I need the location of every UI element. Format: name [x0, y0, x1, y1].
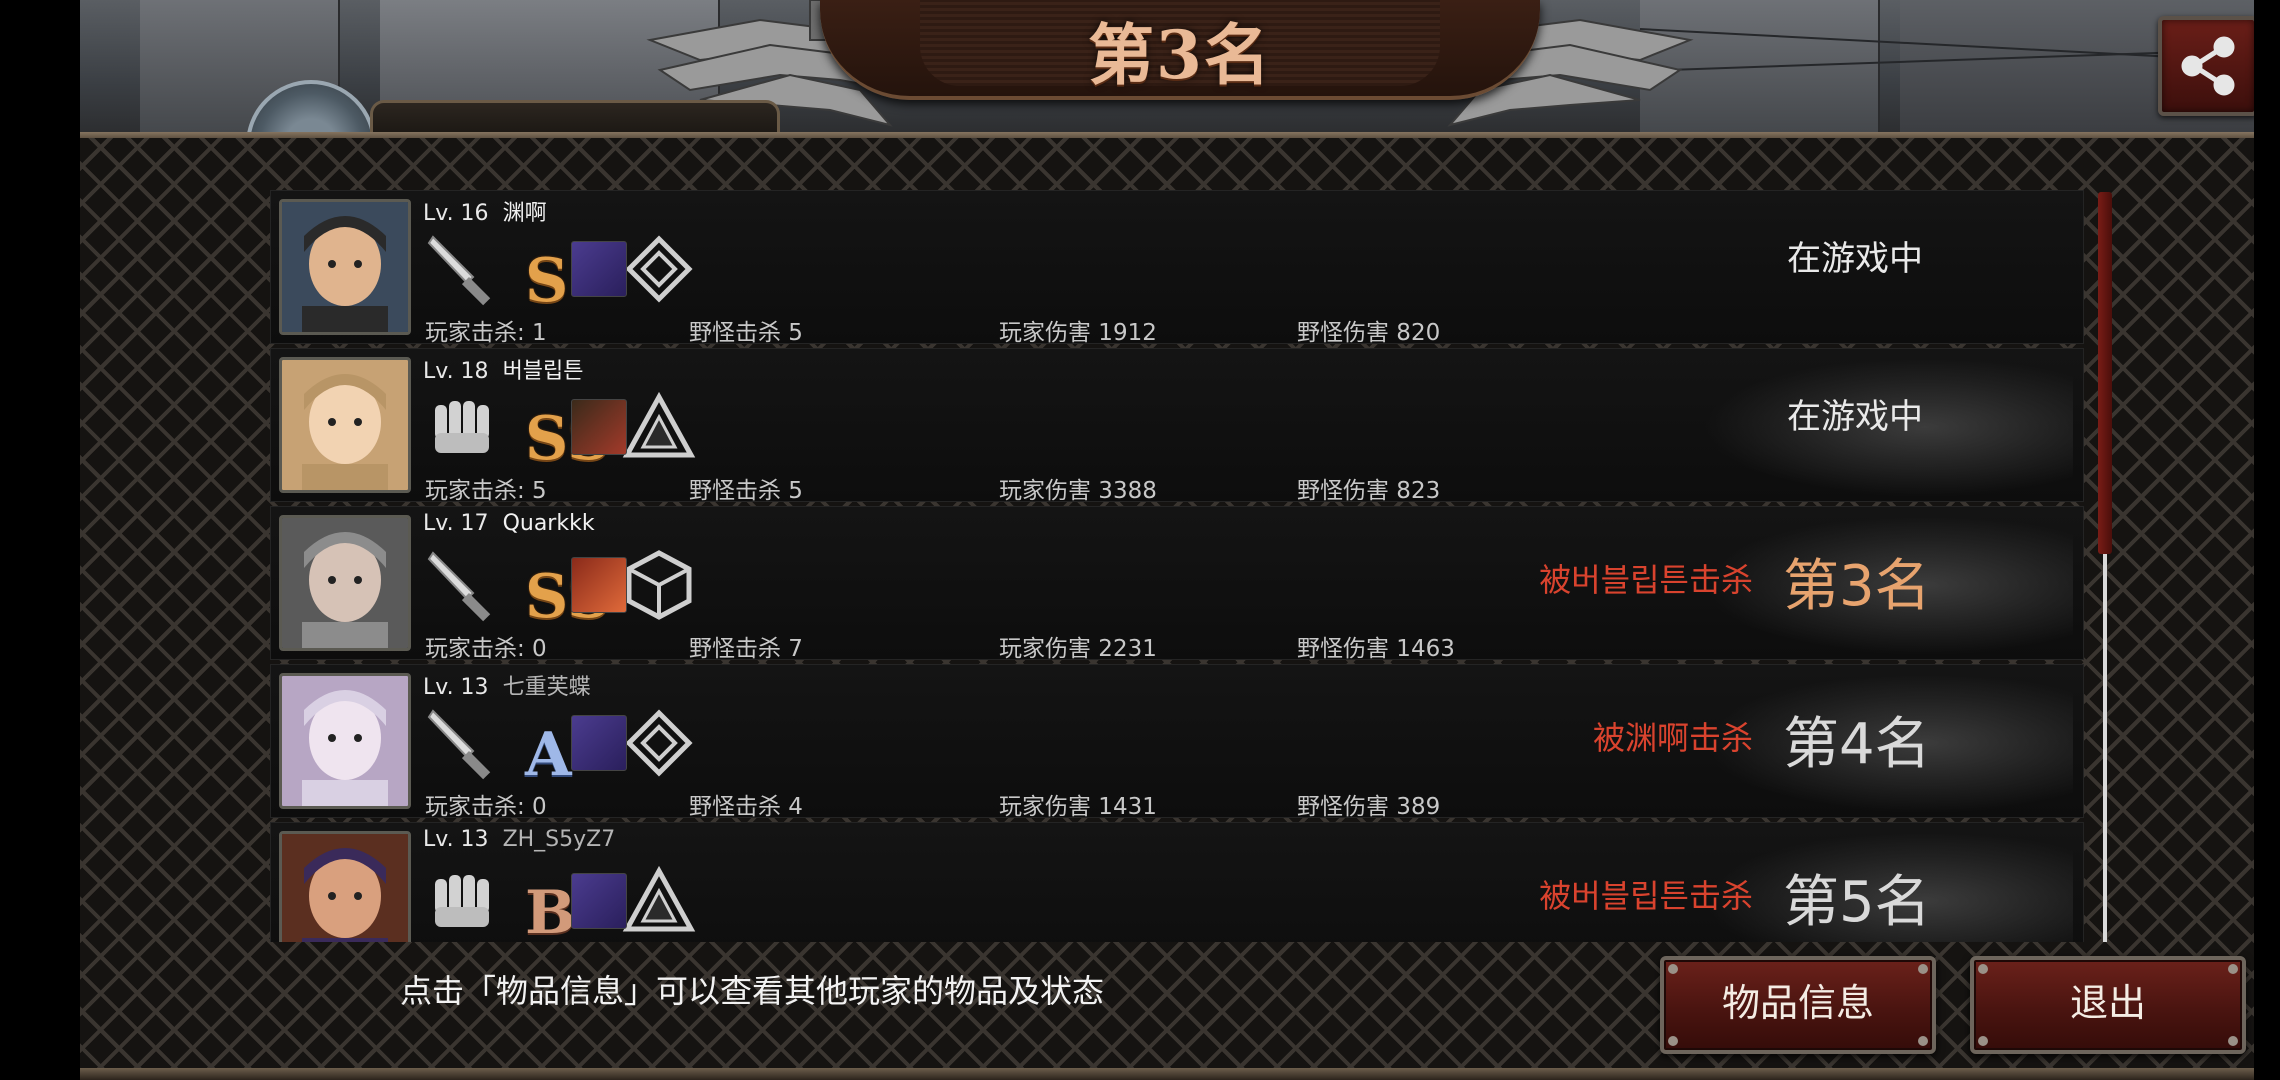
table-row[interactable]: Lv. 17 Quarkkk SS 玩家击杀: 0 野怪击杀 7 玩家伤害 2231 野…: [270, 506, 2084, 662]
character-thumbnail: [571, 557, 627, 613]
player-kills: 玩家击杀: 1: [425, 320, 547, 346]
item-info-label: 物品信息: [1721, 981, 1874, 1025]
player-kills: 玩家击杀: 5: [425, 478, 547, 504]
knife-icon: [425, 231, 501, 307]
player-damage: 玩家伤害 2231: [999, 636, 1157, 662]
avatar[interactable]: [279, 673, 411, 809]
table-row[interactable]: Lv. 13七重芙蝶 A+ 玩家击杀: 0野怪击杀 4玩家伤害 1431野怪伤害…: [270, 664, 2084, 820]
ranking-list[interactable]: Lv. 16 渊啊 S 玩家击杀: 1 野怪击杀 5 玩家伤害 1912 野怪伤害 82…: [270, 190, 2084, 942]
player-kills: 玩家击杀: 0: [425, 794, 547, 820]
rank-text: 第4名: [1783, 712, 1931, 777]
monster-kills: 野怪击杀 5: [689, 478, 803, 504]
monster-damage: 野怪伤害 389: [1297, 794, 1441, 820]
player-name: Quarkkk: [502, 511, 595, 536]
table-row[interactable]: Lv. 16 渊啊 S 玩家击杀: 1 野怪击杀 5 玩家伤害 1912 野怪伤害 82…: [270, 190, 2084, 346]
player-damage: 玩家伤害 3388: [999, 478, 1157, 504]
rank-text: 第5名: [1783, 870, 1931, 935]
item-info-button[interactable]: 物品信息: [1660, 956, 1936, 1054]
player-level: Lv. 13 七重芙蝶: [423, 669, 591, 701]
scrollbar-thumb[interactable]: [2098, 192, 2112, 554]
level-text: Lv. 18: [423, 359, 489, 384]
knife-icon: [425, 705, 501, 781]
page-title: 第3名: [1088, 16, 1272, 94]
avatar[interactable]: [279, 515, 411, 651]
killed-by-text: 被渊啊击杀: [1592, 719, 1753, 757]
exit-label: 退出: [2069, 981, 2146, 1025]
fist-icon: [425, 863, 501, 939]
game-result-screen: 第3名 Lv. 16 渊啊 S 玩家击杀: 1 野怪击杀 5 玩家伤害 1912…: [0, 0, 2280, 1080]
knife-icon: [425, 547, 501, 623]
player-level: Lv. 13 ZH_S5yZ7: [423, 827, 615, 852]
level-text: Lv. 16: [423, 201, 489, 226]
grade-badge: S: [525, 246, 569, 316]
character-thumbnail: [571, 873, 627, 929]
hint-text: 点击「物品信息」可以查看其他玩家的物品及状态: [400, 972, 1105, 1010]
avatar[interactable]: [279, 199, 411, 335]
rank-text: 第3名: [1783, 554, 1931, 619]
monster-damage: 野怪伤害 820: [1297, 320, 1441, 346]
player-name: 버블립튼: [502, 359, 584, 384]
diamond-rank-icon: [621, 231, 697, 307]
player-name: 七重芙蝶: [502, 675, 591, 700]
player-level: Lv. 17 Quarkkk: [423, 511, 595, 536]
player-damage: 玩家伤害 1912: [999, 320, 1157, 346]
diamond-rank-icon: [621, 705, 697, 781]
player-name: 渊啊: [502, 201, 547, 226]
status-text: 在游戏中: [1787, 239, 1923, 279]
status-text: 在游戏中: [1787, 397, 1923, 437]
level-text: Lv. 13: [423, 827, 489, 852]
monster-kills: 野怪击杀 4: [689, 794, 803, 820]
avatar[interactable]: [279, 357, 411, 493]
killed-by-text: 被버블립튼击杀: [1539, 877, 1753, 915]
player-level: Lv. 18 버블립튼: [423, 353, 584, 385]
level-text: Lv. 17: [423, 511, 489, 536]
level-text: Lv. 13: [423, 675, 489, 700]
player-kills: 玩家击杀: 0: [425, 636, 547, 662]
character-thumbnail: [571, 399, 627, 455]
monster-damage: 野怪伤害 823: [1297, 478, 1441, 504]
player-level: Lv. 16 渊啊: [423, 195, 547, 227]
table-row[interactable]: Lv. 13ZH_S5yZ7 B+ 被버블립튼击杀第5名: [270, 822, 2084, 942]
monster-kills: 野怪击杀 7: [689, 636, 803, 662]
table-row[interactable]: Lv. 18 버블립튼 SS 玩家击杀: 5 野怪击杀 5 玩家伤害 3388 野怪伤害…: [270, 348, 2084, 504]
character-thumbnail: [571, 715, 627, 771]
triangle-rank-icon: [621, 863, 697, 939]
character-thumbnail: [571, 241, 627, 297]
share-button[interactable]: [2158, 16, 2258, 116]
share-icon: [2181, 36, 2235, 96]
title-banner: 第3名: [820, 0, 1540, 100]
cube-rank-icon: [621, 547, 697, 623]
player-name: ZH_S5yZ7: [502, 827, 616, 852]
avatar[interactable]: [279, 831, 411, 942]
triangle-rank-icon: [621, 389, 697, 465]
killed-by-text: 被버블립튼击杀: [1539, 561, 1753, 599]
monster-kills: 野怪击杀 5: [689, 320, 803, 346]
monster-damage: 野怪伤害 1463: [1297, 636, 1455, 662]
player-damage: 玩家伤害 1431: [999, 794, 1157, 820]
player-medallion: [246, 80, 376, 138]
exit-button[interactable]: 退出: [1970, 956, 2246, 1054]
fist-icon: [425, 389, 501, 465]
